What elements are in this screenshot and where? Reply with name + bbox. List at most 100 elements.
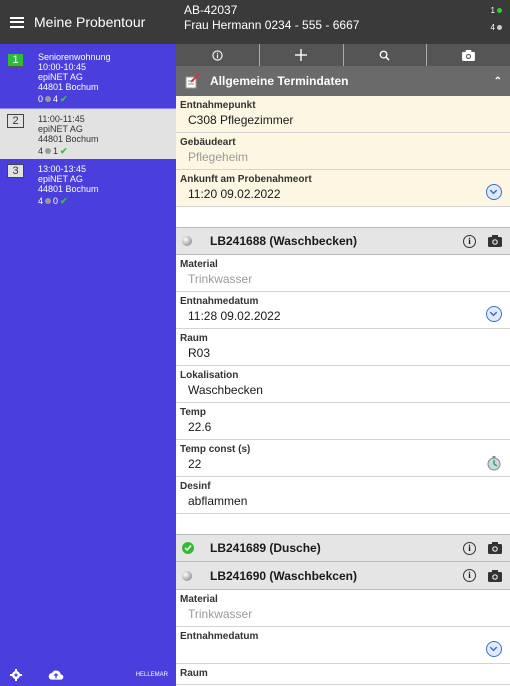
field-lokalisation[interactable]: Lokalisation Waschbecken [176,366,510,403]
tour-done-count: 0 [53,196,59,206]
search-icon [380,50,390,61]
open-dot-icon [497,25,502,30]
field-label: Temp const (s) [180,444,251,455]
field-material: Material Trinkwasser [176,255,510,292]
camera-button[interactable] [427,44,510,66]
tour-item-1[interactable]: 1 Seniorenwohnung 10:00-10:45 epiNET AG … [0,44,176,109]
field-label: Raum [180,333,208,344]
info-icon[interactable]: i [463,541,476,555]
field-label: Material [180,259,218,270]
field-label: Gebäudeart [180,137,236,148]
order-header: AB-42037 Frau Hermann 0234 - 555 - 6667 … [176,0,510,44]
field-value: Pflegeheim [188,150,249,164]
check-icon: ✔ [60,146,68,156]
sample-title: LB241688 (Waschbecken) [210,234,357,248]
field-label: Raum [180,668,208,679]
tour-company: epiNET AG [38,174,83,184]
sample-title: LB241689 (Dusche) [210,541,321,555]
camera-icon[interactable] [488,542,502,554]
field-temp[interactable]: Temp 22.6 [176,403,510,440]
info-icon[interactable]: i [463,569,476,582]
tour-company: epiNET AG [38,72,83,82]
tour-done-count: 1 [53,146,59,156]
field-value: Waschbecken [188,383,263,397]
field-raum[interactable]: Raum [176,664,510,685]
camera-icon[interactable] [488,235,502,247]
done-dot-icon [497,8,502,13]
main-panel: AB-42037 Frau Hermann 0234 - 555 - 6667 … [176,0,510,686]
tour-open-count: 4 [38,146,44,156]
field-entnahmepunkt[interactable]: Entnahmepunkt C308 Pflegezimmer [176,96,510,133]
camera-icon[interactable] [488,569,502,582]
tour-time: 11:00-11:45 [38,114,85,124]
done-count: 1 [490,6,495,15]
open-dot-icon [45,148,52,154]
field-label: Entnahmepunkt [180,100,256,111]
sample-header[interactable]: LB241688 (Waschbecken) i [176,227,510,255]
section-spacer [176,207,510,227]
field-value: 22 [188,457,202,471]
check-icon: ✔ [60,94,68,104]
field-label: Lokalisation [180,370,239,381]
sample-header[interactable]: LB241690 (Waschbekcen) i [176,562,510,590]
dropdown-icon[interactable] [486,306,502,322]
camera-icon [462,49,476,61]
dropdown-icon[interactable] [486,641,502,657]
search-button[interactable] [344,44,428,66]
section-title: Allgemeine Termindaten [210,74,349,88]
field-ankunft[interactable]: Ankunft am Probenahmeort 11:20 09.02.202… [176,170,510,207]
field-entnahmedatum[interactable]: Entnahmedatum [176,627,510,664]
sidebar-header: Meine Probentour [0,0,176,44]
plus-icon [295,49,308,61]
section-spacer [176,514,510,534]
sample-title: LB241690 (Waschbekcen) [210,568,357,583]
tour-item-3[interactable]: 3 13:00-13:45 epiNET AG 44801 Bochum 4 0… [0,159,176,209]
field-gebaeudeart: Gebäudeart Pflegeheim [176,133,510,170]
sample-header[interactable]: LB241689 (Dusche) i [176,534,510,562]
tour-number: 2 [7,114,24,128]
tour-open-count: 4 [38,196,44,206]
info-icon [212,49,223,61]
field-raum[interactable]: Raum R03 [176,329,510,366]
field-material: Material Trinkwasser [176,590,510,627]
add-button[interactable] [260,44,344,66]
tour-number: 1 [7,53,24,67]
edit-document-icon [185,73,200,89]
order-id: AB-42037 [184,3,238,17]
open-counter: 4 [491,23,502,32]
order-contact: Frau Hermann 0234 - 555 - 6667 [184,18,360,32]
open-count: 4 [490,23,495,32]
tour-status: 4 1 ✔ [38,146,172,156]
section-header-termindaten[interactable]: Allgemeine Termindaten ⌃ [176,66,510,96]
sidebar-footer: HELLEMAR [0,664,176,686]
action-toolbar [176,44,510,66]
tour-number: 3 [7,164,24,178]
user-name: HELLEMAR [135,672,168,678]
field-desinf[interactable]: Desinf abflammen [176,477,510,514]
cloud-upload-icon[interactable] [48,669,64,681]
tour-time: 10:00-10:45 [38,62,87,72]
chevron-up-icon[interactable]: ⌃ [494,76,502,87]
dropdown-icon[interactable] [486,184,502,200]
status-pending-icon [182,236,192,246]
done-counter: 1 [491,6,502,15]
open-dot-icon [45,198,52,204]
field-value: Trinkwasser [188,272,253,286]
tour-open-count: 0 [38,94,44,104]
tour-item-2[interactable]: 2 11:00-11:45 epiNET AG 44801 Bochum 4 1… [0,109,176,159]
field-value: 11:20 09.02.2022 [188,187,281,201]
info-icon[interactable]: i [463,234,476,248]
gear-icon[interactable] [10,669,22,681]
field-temp-const[interactable]: Temp const (s) 22 [176,440,510,477]
timer-icon[interactable] [486,455,502,471]
tour-done-count: 4 [53,94,59,104]
tour-status: 4 0 ✔ [38,196,172,206]
sidebar: Meine Probentour 1 Seniorenwohnung 10:00… [0,0,176,686]
field-value: Trinkwasser [188,607,253,621]
tour-time: 13:00-13:45 [38,164,87,174]
field-entnahmedatum[interactable]: Entnahmedatum 11:28 09.02.2022 [176,292,510,329]
tour-status: 0 4 ✔ [38,94,172,104]
field-label: Entnahmedatum [180,631,259,642]
info-button[interactable] [176,44,260,66]
menu-icon[interactable] [10,16,24,28]
